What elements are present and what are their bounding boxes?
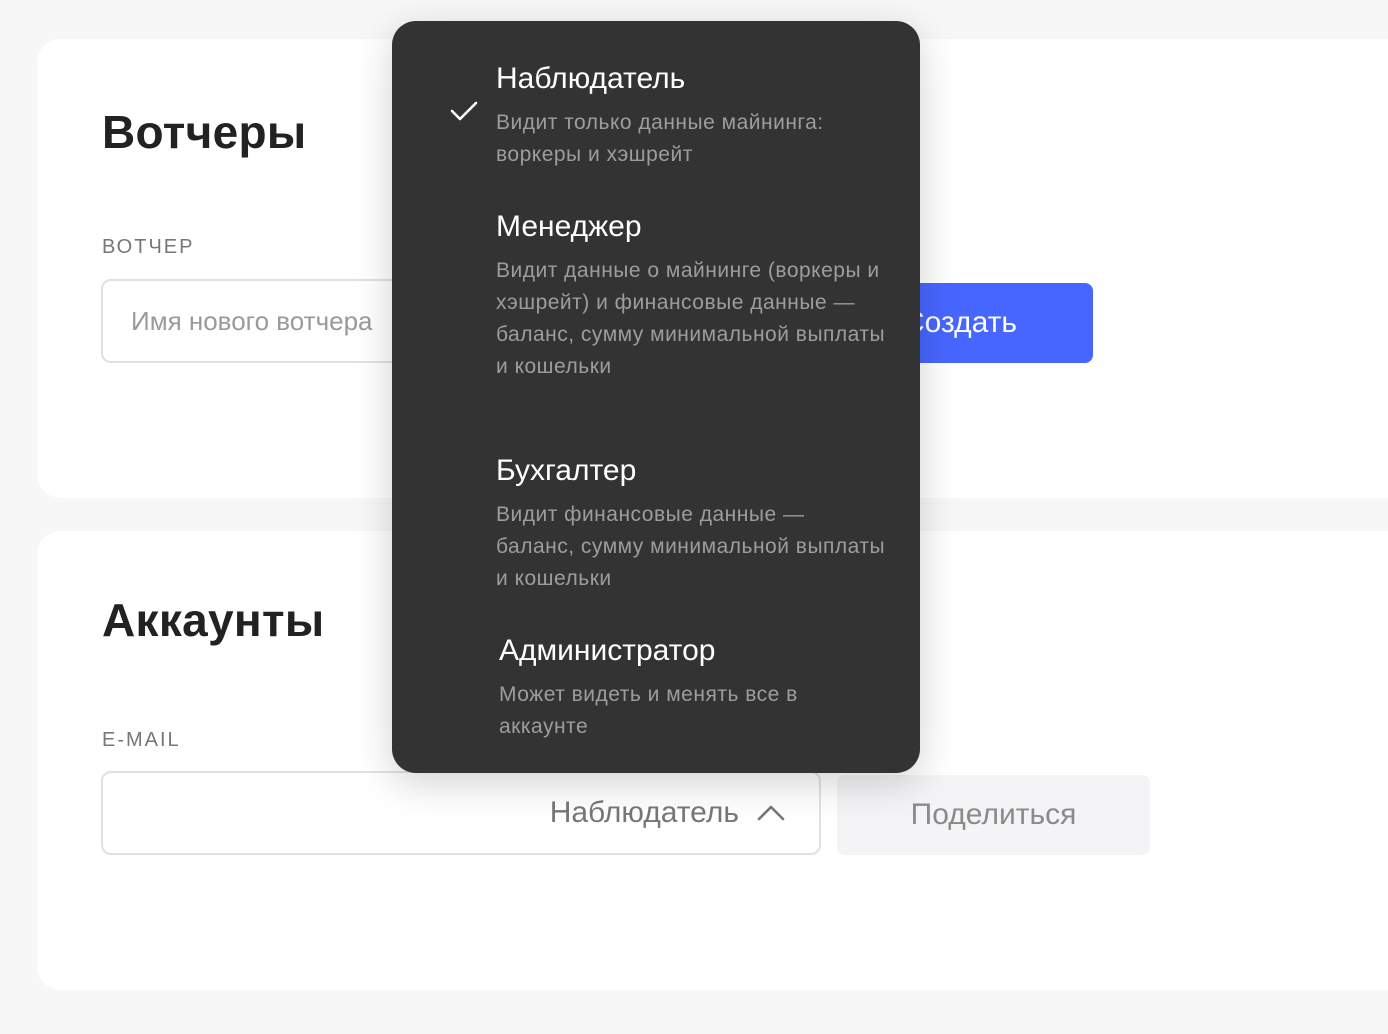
role-option-title: Менеджер	[496, 210, 642, 243]
email-role-field: Наблюдатель	[101, 771, 821, 855]
role-option-title: Бухгалтер	[496, 454, 637, 487]
email-input[interactable]	[103, 773, 483, 853]
check-icon	[450, 101, 478, 121]
email-field-label: E-MAIL	[102, 729, 181, 751]
role-option-description: Видит только данные майнинга: воркеры и …	[496, 111, 824, 166]
role-option-title: Администратор	[499, 634, 716, 667]
role-option-accountant[interactable]: Бухгалтер Видит финансовые данные — бала…	[496, 451, 886, 595]
role-option-description: Может видеть и менять все в аккаунте	[499, 683, 798, 738]
chevron-up-icon	[757, 805, 785, 821]
role-option-manager[interactable]: Менеджер Видит данные о майнинге (воркер…	[496, 207, 886, 383]
accounts-title: Аккаунты	[102, 594, 325, 646]
share-button[interactable]: Поделиться	[837, 775, 1150, 855]
role-option-observer[interactable]: Наблюдатель Видит только данные майнинга…	[496, 59, 886, 171]
role-option-title: Наблюдатель	[496, 62, 686, 95]
watchers-title: Вотчеры	[102, 106, 307, 158]
role-select[interactable]: Наблюдатель	[550, 773, 819, 853]
role-option-administrator[interactable]: Администратор Может видеть и менять все …	[499, 631, 889, 743]
role-option-description: Видит данные о майнинге (воркеры и хэшре…	[496, 259, 886, 378]
role-dropdown-menu: Наблюдатель Видит только данные майнинга…	[392, 21, 920, 773]
role-option-description: Видит финансовые данные — баланс, сумму …	[496, 503, 886, 590]
watcher-field-label: ВОТЧЕР	[102, 236, 195, 258]
role-select-value: Наблюдатель	[549, 796, 739, 829]
